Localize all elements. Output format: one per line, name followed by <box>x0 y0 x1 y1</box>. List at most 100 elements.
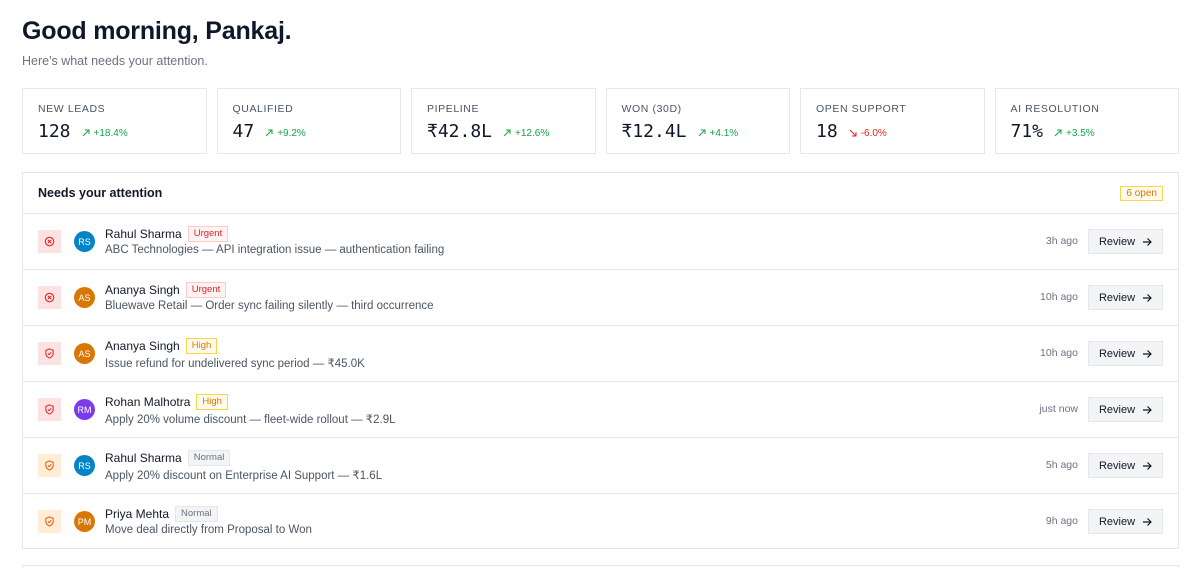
avatar: AS <box>74 287 95 308</box>
contact-name[interactable]: Ananya Singh <box>105 283 180 297</box>
attention-panel-header: Needs your attention 6 open <box>23 173 1178 214</box>
kpi-value: 128 <box>38 121 71 142</box>
arrow-right-icon <box>1143 349 1152 358</box>
row-timestamp: 10h ago <box>1040 291 1078 303</box>
review-button[interactable]: Review <box>1088 229 1163 254</box>
attention-panel: Needs your attention 6 open RS Rahul Shar… <box>22 172 1179 549</box>
priority-tag: Normal <box>175 505 218 522</box>
priority-indicator <box>38 286 61 309</box>
row-description: Bluewave Retail — Order sync failing sil… <box>105 300 434 312</box>
kpi-delta: +4.1% <box>698 128 738 139</box>
priority-indicator <box>38 230 61 253</box>
review-button-label: Review <box>1098 403 1136 416</box>
kpi-value: ₹12.4L <box>621 121 687 142</box>
trend-down-icon <box>849 129 857 137</box>
avatar: RS <box>74 455 95 476</box>
review-button[interactable]: Review <box>1088 285 1163 310</box>
avatar: AS <box>74 343 95 364</box>
review-button-label: Review <box>1098 235 1136 248</box>
row-description: Move deal directly from Proposal to Won <box>105 524 312 536</box>
kpi-delta: +18.4% <box>82 128 128 139</box>
row-timestamp: 9h ago <box>1045 515 1078 527</box>
arrow-right-icon <box>1143 237 1152 246</box>
kpi-label: WON (30D) <box>621 103 682 115</box>
kpi-label: PIPELINE <box>427 103 480 115</box>
attention-row[interactable]: RS Rahul Sharma Urgent ABC Technologies — A… <box>23 214 1178 270</box>
trend-up-icon <box>1054 129 1062 137</box>
attention-row[interactable]: AS Ananya Singh High Issue refund for undel… <box>23 326 1178 382</box>
row-timestamp: 3h ago <box>1045 235 1078 247</box>
review-button[interactable]: Review <box>1088 341 1163 366</box>
urgent-alert-icon <box>44 292 55 303</box>
review-button[interactable]: Review <box>1088 397 1163 422</box>
priority-tag: Urgent <box>185 281 227 298</box>
priority-tag: High <box>185 337 218 354</box>
page-title: Good morning, Pankaj. <box>22 17 292 45</box>
arrow-right-icon <box>1143 293 1152 302</box>
kpi-delta: +9.2% <box>265 128 306 139</box>
kpi-delta: +12.6% <box>503 128 549 139</box>
kpi-delta: -6.0% <box>849 128 887 139</box>
kpi-value: 47 <box>232 121 255 142</box>
shield-icon <box>44 460 55 471</box>
row-description: ABC Technologies — API integration issue… <box>105 244 445 256</box>
panel-title: Needs your attention <box>38 186 163 200</box>
shield-icon <box>44 348 55 359</box>
trend-up-icon <box>698 129 706 137</box>
avatar: RM <box>74 399 95 420</box>
attention-row[interactable]: AS Ananya Singh Urgent Bluewave Retail — Or… <box>23 270 1178 326</box>
kpi-label: QUALIFIED <box>232 103 294 115</box>
trend-up-icon <box>503 129 511 137</box>
avatar: RS <box>74 231 95 252</box>
attention-row[interactable]: RM Rohan Malhotra High Apply 20% volume dis… <box>23 382 1178 438</box>
row-timestamp: 5h ago <box>1045 459 1078 471</box>
kpi-strip: NEW LEADS 128 +18.4% QUALIFIED 47 +9.2% … <box>22 88 1179 154</box>
row-timestamp: just now <box>1039 403 1078 415</box>
kpi-delta: +3.5% <box>1054 128 1095 139</box>
kpi-value: ₹42.8L <box>427 121 493 142</box>
row-description: Apply 20% volume discount — fleet-wide r… <box>105 414 396 426</box>
kpi-card-pipeline[interactable]: PIPELINE ₹42.8L +12.6% <box>411 88 596 154</box>
row-description: Apply 20% discount on Enterprise AI Supp… <box>105 470 383 482</box>
kpi-card-qualified[interactable]: QUALIFIED 47 +9.2% <box>216 88 401 154</box>
kpi-label: OPEN SUPPORT <box>816 103 907 115</box>
row-timestamp: 10h ago <box>1040 347 1078 359</box>
avatar: PM <box>74 511 95 532</box>
review-button-label: Review <box>1098 291 1136 304</box>
priority-indicator <box>38 454 61 477</box>
review-button-label: Review <box>1098 347 1136 360</box>
priority-indicator <box>38 510 61 533</box>
attention-row[interactable]: PM Priya Mehta Normal Move deal directly fr… <box>23 494 1178 550</box>
trend-up-icon <box>265 129 273 137</box>
arrow-right-icon <box>1143 517 1152 526</box>
open-count-badge: 6 open <box>1120 185 1163 201</box>
contact-name[interactable]: Rohan Malhotra <box>105 395 190 409</box>
contact-name[interactable]: Priya Mehta <box>105 507 169 521</box>
attention-list: RS Rahul Sharma Urgent ABC Technologies — A… <box>23 214 1178 550</box>
shield-icon <box>44 516 55 527</box>
priority-indicator <box>38 398 61 421</box>
kpi-card-new-leads[interactable]: NEW LEADS 128 +18.4% <box>22 88 207 154</box>
urgent-alert-icon <box>44 236 55 247</box>
kpi-label: NEW LEADS <box>38 103 106 115</box>
priority-tag: Normal <box>187 449 231 466</box>
trend-up-icon <box>82 129 90 137</box>
page-subtitle: Here's what needs your attention. <box>22 54 208 68</box>
priority-tag: High <box>196 393 228 410</box>
kpi-label: AI RESOLUTION <box>1010 103 1100 115</box>
priority-indicator <box>38 342 61 365</box>
contact-name[interactable]: Ananya Singh <box>105 339 180 353</box>
review-button-label: Review <box>1098 459 1136 472</box>
shield-icon <box>44 404 55 415</box>
contact-name[interactable]: Rahul Sharma <box>105 227 182 241</box>
kpi-card-won[interactable]: WON (30D) ₹12.4L +4.1% <box>605 88 790 154</box>
kpi-card-open-support[interactable]: OPEN SUPPORT 18 -6.0% <box>800 88 985 154</box>
kpi-card-ai-resolution[interactable]: AI RESOLUTION 71% +3.5% <box>994 88 1179 154</box>
kpi-value: 71% <box>1010 121 1044 142</box>
attention-row[interactable]: RS Rahul Sharma Normal Apply 20% discount o… <box>23 438 1178 494</box>
review-button-label: Review <box>1098 515 1136 528</box>
review-button[interactable]: Review <box>1088 453 1163 478</box>
priority-tag: Urgent <box>187 225 229 242</box>
review-button[interactable]: Review <box>1088 509 1163 534</box>
contact-name[interactable]: Rahul Sharma <box>105 451 182 465</box>
